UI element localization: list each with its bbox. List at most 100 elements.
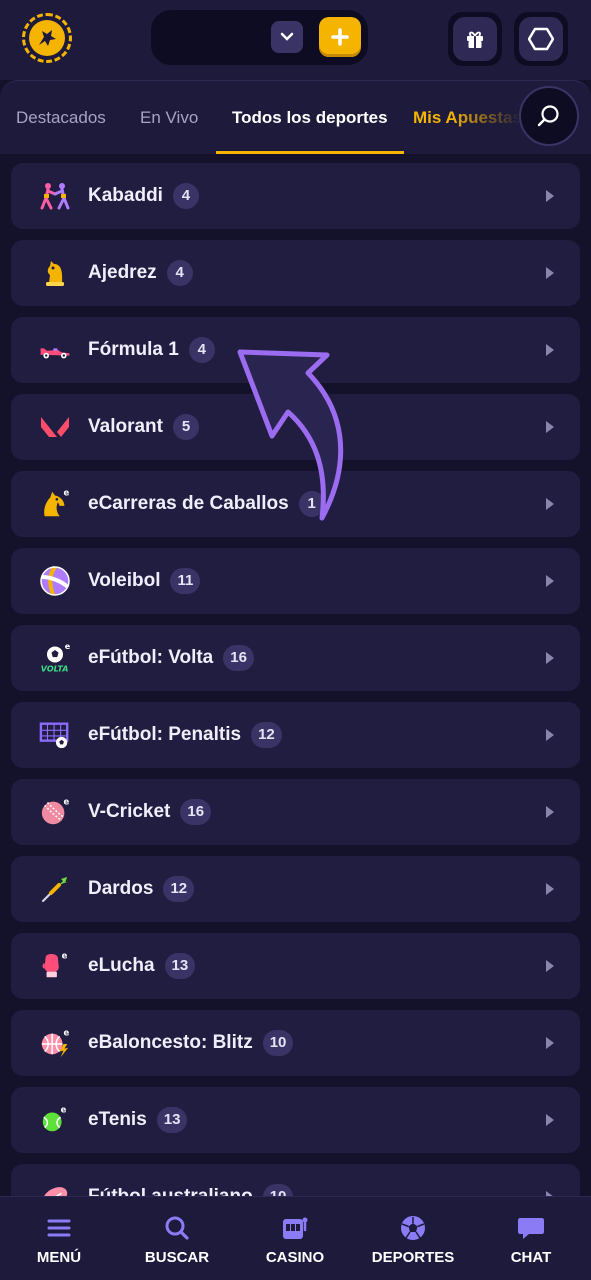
svg-text:e: e [61,1104,67,1114]
sport-name: Fútbol australiano [88,1186,253,1196]
nav-casino[interactable]: CASINO [236,1197,354,1280]
search-icon [162,1213,192,1243]
aussie-football-icon [39,1181,71,1196]
nav-buscar[interactable]: BUSCAR [118,1197,236,1280]
sport-name: eTenis [88,1109,147,1130]
top-header [0,0,591,80]
nav-label: MENÚ [36,1248,82,1266]
chevron-right-icon [546,498,554,510]
tennis-ball-icon: e [39,1104,71,1136]
chevron-right-icon [546,1114,554,1126]
sports-list: Kabaddi 4 Ajedrez 4 Fórmula 1 4 Valorant … [0,154,591,1196]
nav-label: CHAT [510,1248,552,1266]
sport-row-ebaloncesto-blitz[interactable]: e eBaloncesto: Blitz 10 [11,1010,580,1076]
svg-text:e: e [63,1027,69,1037]
chevron-right-icon [546,1037,554,1049]
tab-en-vivo[interactable]: En Vivo [140,81,198,154]
sport-row-ajedrez[interactable]: Ajedrez 4 [11,240,580,306]
svg-text:e: e [63,796,69,806]
sport-row-kabaddi[interactable]: Kabaddi 4 [11,163,580,229]
chevron-right-icon [546,190,554,202]
chevron-right-icon [546,267,554,279]
sport-row-efutbol-penaltis[interactable]: eFútbol: Penaltis 12 [11,702,580,768]
deposit-button[interactable] [319,17,361,57]
sport-name: eBaloncesto: Blitz [88,1032,253,1053]
sport-row-dardos[interactable]: Dardos 12 [11,856,580,922]
sport-row-v-cricket[interactable]: e V-Cricket 16 [11,779,580,845]
tab-destacados[interactable]: Destacados [16,81,106,154]
event-count-badge: 10 [262,1030,294,1056]
profile-button[interactable] [514,12,568,66]
penalty-goal-icon [39,719,71,751]
kabaddi-icon [39,180,71,212]
event-count-badge: 13 [164,953,196,979]
menu-icon [44,1213,74,1243]
event-count-badge: 5 [172,414,199,440]
sport-row-futbol-australiano[interactable]: Fútbol australiano 10 [11,1164,580,1196]
sport-row-etenis[interactable]: e eTenis 13 [11,1087,580,1153]
cricket-ball-icon: e [39,796,71,828]
sport-name: Dardos [88,878,154,899]
svg-text:e: e [62,950,68,960]
annotation-arrow-icon [237,349,344,521]
event-count-badge: 4 [188,337,215,363]
sport-name: eFútbol: Volta [88,647,214,668]
sport-name: Ajedrez [88,262,157,283]
nav-deportes[interactable]: DEPORTES [354,1197,472,1280]
sport-name: eFútbol: Penaltis [88,724,242,745]
dart-icon [39,873,71,905]
nav-label: CASINO [265,1248,325,1266]
search-button[interactable] [519,86,579,146]
plus-icon [331,28,349,46]
soccer-ball-icon [398,1213,428,1243]
hexagon-icon [519,17,563,61]
event-count-badge: 12 [163,876,195,902]
chevron-right-icon [546,575,554,587]
event-count-badge: 4 [172,183,199,209]
event-count-badge: 10 [262,1184,294,1196]
tab-todos-los-deportes[interactable]: Todos los deportes [216,81,404,154]
nav-menu[interactable]: MENÚ [0,1197,118,1280]
horse-icon: e [39,488,71,520]
gift-icon [453,17,497,61]
sport-name: eLucha [88,955,155,976]
event-count-badge: 11 [170,568,201,594]
chevron-right-icon [546,960,554,972]
sport-name: Fórmula 1 [88,339,179,360]
kangaroo-logo[interactable] [22,13,72,63]
wallet-balance-box[interactable] [151,10,368,65]
nav-label: BUSCAR [144,1248,210,1266]
race-car-icon [39,334,71,366]
gift-button[interactable] [448,12,502,66]
nav-label: DEPORTES [371,1248,455,1266]
chevron-right-icon [546,344,554,356]
sport-name: Voleibol [88,570,161,591]
sport-name: V-Cricket [88,801,171,822]
slot-machine-icon [280,1213,310,1243]
svg-text:e: e [65,642,71,651]
tabs-fade-overlay [451,81,521,154]
chevron-down-icon[interactable] [271,21,303,53]
sport-name: Valorant [88,416,163,437]
chat-bubble-icon [516,1213,546,1243]
bottom-navigation: MENÚ BUSCAR CASINO DEPORTES CHAT [0,1196,591,1280]
volleyball-icon [39,565,71,597]
sport-row-efutbol-volta[interactable]: VOLTA e eFútbol: Volta 16 [11,625,580,691]
chevron-right-icon [546,421,554,433]
chevron-right-icon [546,652,554,664]
sports-tabs: Destacados En Vivo Todos los deportes Mi… [0,80,591,154]
sport-row-elucha[interactable]: e eLucha 13 [11,933,580,999]
event-count-badge: 13 [156,1107,188,1133]
basketball-icon: e [39,1027,71,1059]
sport-name: Kabaddi [88,185,163,206]
event-count-badge: 16 [223,645,254,671]
volta-football-icon: VOLTA e [39,642,71,674]
svg-text:e: e [63,488,69,498]
boxing-glove-icon: e [39,950,71,982]
chevron-right-icon [546,729,554,741]
sport-row-voleibol[interactable]: Voleibol 11 [11,548,580,614]
chevron-right-icon [546,883,554,895]
search-icon [537,105,559,127]
nav-chat[interactable]: CHAT [472,1197,590,1280]
svg-text:VOLTA: VOLTA [41,664,69,673]
